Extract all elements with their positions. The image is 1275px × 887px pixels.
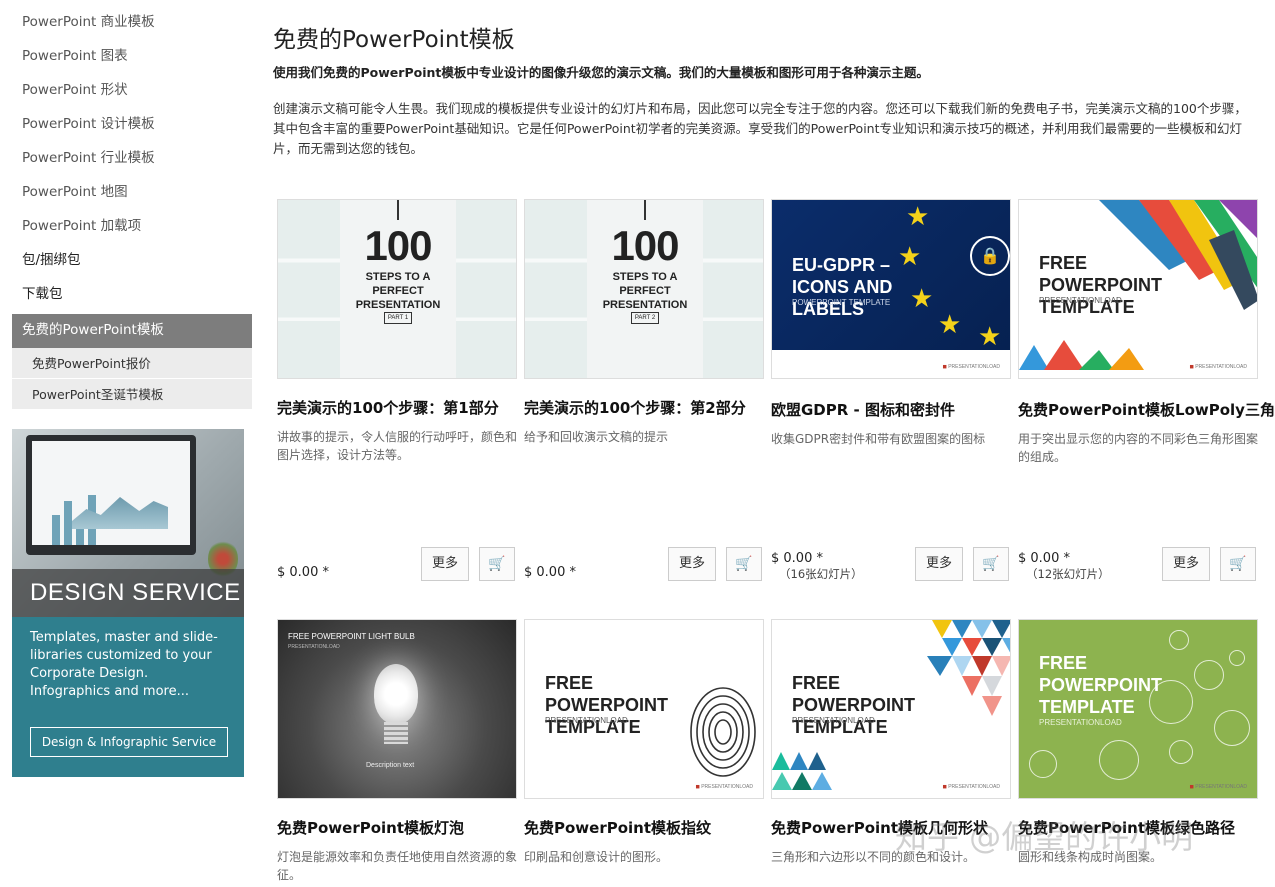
product-thumbnail[interactable]: 100 STEPS TO A PERFECT PRESENTATION PART… <box>524 199 764 379</box>
sidebar-subitem-christmas[interactable]: PowerPoint圣诞节模板 <box>12 379 252 410</box>
thumb-subtitle: PRESENTATIONLOAD <box>288 644 340 650</box>
product-thumbnail[interactable]: FREE POWERPOINT TEMPLATE PRESENTATIONLOA… <box>524 619 764 799</box>
product-price: $ 0.00 * （12张幻灯片） <box>1018 551 1110 581</box>
product-price: $ 0.00 * <box>277 565 329 580</box>
page-title: 免费的PowerPoint模板 <box>273 27 515 53</box>
thumb-title: FREE POWERPOINT TEMPLATE <box>792 673 916 737</box>
product-card[interactable]: 100 STEPS TO A PERFECT PRESENTATION PART… <box>277 199 517 464</box>
more-button[interactable]: 更多 <box>915 547 963 581</box>
thumb-title: FREE POWERPOINT TEMPLATE <box>1039 653 1163 717</box>
thumb-title: FREE POWERPOINT LIGHT BULB <box>288 632 415 641</box>
cart-icon[interactable]: 🛒 <box>479 547 515 581</box>
promo-title: DESIGN SERVICE <box>12 569 244 617</box>
product-title[interactable]: 完美演示的100个步骤：第1部分 <box>277 397 517 418</box>
product-thumbnail[interactable]: FREE POWERPOINT TEMPLATE PRESENTATIONLOA… <box>1018 619 1258 799</box>
sidebar-item-downloads[interactable]: 下载包 <box>12 278 252 312</box>
thumb-description: Description text <box>366 762 415 769</box>
more-button[interactable]: 更多 <box>668 547 716 581</box>
product-title[interactable]: 完美演示的100个步骤：第2部分 <box>524 397 764 418</box>
product-title[interactable]: 欧盟GDPR - 图标和密封件 <box>771 399 1011 420</box>
sidebar-item-business[interactable]: PowerPoint 商业模板 <box>12 6 252 40</box>
watermark: 知乎 @偏望的许小明 <box>895 818 1194 856</box>
more-button[interactable]: 更多 <box>1162 547 1210 581</box>
promo-text: Templates, master and slide-libraries cu… <box>30 630 218 699</box>
thumb-title: FREE POWERPOINT TEMPLATE <box>545 673 669 737</box>
product-description: 用于突出显示您的内容的不同彩色三角形图案的组成。 <box>1018 432 1259 464</box>
thumb-title: FREE POWERPOINT TEMPLATE <box>1039 253 1163 317</box>
fingerprint-icon <box>690 687 756 777</box>
design-service-button[interactable]: Design & Infographic Service <box>30 727 228 757</box>
brand-logo: ◼ PRESENTATIONLOAD <box>1189 784 1247 790</box>
product-card[interactable]: ★ ★ ★ ★ ★ 🔒 EU-GDPR – ICONS AND LABELS P… <box>771 199 1011 448</box>
product-price: $ 0.00 * <box>524 565 576 580</box>
monitor-screen <box>32 441 190 545</box>
sidebar-item-industry[interactable]: PowerPoint 行业模板 <box>12 142 252 176</box>
product-title[interactable]: 免费PowerPoint模板灯泡 <box>277 817 517 838</box>
thumb-subtitle: PRESENTATIONLOAD <box>545 716 628 725</box>
thumb-subtitle: STEPS TO A PERFECT PRESENTATION <box>602 271 688 311</box>
product-description: 印刷品和创意设计的图形。 <box>524 850 669 864</box>
thumb-part-label: PART 2 <box>631 312 659 324</box>
product-thumbnail[interactable]: FREE POWERPOINT TEMPLATE PRESENTATIONLOA… <box>771 619 1011 799</box>
thumb-number: 100 <box>364 222 432 269</box>
star-icon: ★ <box>906 202 930 232</box>
product-thumbnail[interactable]: 100 STEPS TO A PERFECT PRESENTATION PART… <box>277 199 517 379</box>
thumb-subtitle: PRESENTATIONLOAD <box>1039 718 1122 727</box>
product-thumbnail[interactable]: FREE POWERPOINT TEMPLATE PRESENTATIONLOA… <box>1018 199 1258 379</box>
product-card[interactable]: 100 STEPS TO A PERFECT PRESENTATION PART… <box>524 199 764 446</box>
design-service-promo[interactable]: DESIGN SERVICE Templates, master and sli… <box>12 429 244 777</box>
intro-text: 创建演示文稿可能令人生畏。我们现成的模板提供专业设计的幻灯片和布局，因此您可以完… <box>273 101 1247 156</box>
product-description: 讲故事的提示，令人信服的行动呼吁，颜色和图片选择，设计方法等。 <box>277 430 518 462</box>
sidebar-item-free-templates[interactable]: 免费的PowerPoint模板 <box>12 314 252 348</box>
product-description: 灯泡是能源效率和负责任地使用自然资源的象征。 <box>277 850 518 882</box>
star-icon: ★ <box>978 322 1002 352</box>
thumb-subtitle: PRESENTATIONLOAD <box>1039 296 1122 305</box>
product-thumbnail[interactable]: FREE POWERPOINT LIGHT BULB PRESENTATIONL… <box>277 619 517 799</box>
product-description: 给予和回收演示文稿的提示 <box>524 430 669 444</box>
promo-image: DESIGN SERVICE <box>12 429 244 617</box>
brand-logo: ◼ PRESENTATIONLOAD <box>942 784 1000 790</box>
sidebar: PowerPoint 商业模板 PowerPoint 图表 PowerPoint… <box>12 6 252 410</box>
brand-logo: ◼ PRESENTATIONLOAD <box>1189 364 1247 370</box>
cart-icon[interactable]: 🛒 <box>1220 547 1256 581</box>
product-card[interactable]: FREE POWERPOINT TEMPLATE PRESENTATIONLOA… <box>524 619 764 866</box>
sidebar-item-bundles[interactable]: 包/捆绑包 <box>12 244 252 278</box>
product-title[interactable]: 免费PowerPoint模板指纹 <box>524 817 764 838</box>
sidebar-item-addins[interactable]: PowerPoint 加载项 <box>12 210 252 244</box>
product-thumbnail[interactable]: ★ ★ ★ ★ ★ 🔒 EU-GDPR – ICONS AND LABELS P… <box>771 199 1011 379</box>
thumb-number: 100 <box>611 222 679 269</box>
more-button[interactable]: 更多 <box>421 547 469 581</box>
sidebar-item-shapes[interactable]: PowerPoint 形状 <box>12 74 252 108</box>
sidebar-item-charts[interactable]: PowerPoint 图表 <box>12 40 252 74</box>
cart-icon[interactable]: 🛒 <box>726 547 762 581</box>
thumb-subtitle: STEPS TO A PERFECT PRESENTATION <box>355 271 441 311</box>
product-title[interactable]: 免费PowerPoint模板LowPoly三角形 <box>1018 399 1275 420</box>
sidebar-item-design[interactable]: PowerPoint 设计模板 <box>12 108 252 142</box>
product-card[interactable]: FREE POWERPOINT LIGHT BULB PRESENTATIONL… <box>277 619 517 884</box>
sidebar-item-maps[interactable]: PowerPoint 地图 <box>12 176 252 210</box>
brand-logo: ◼ PRESENTATIONLOAD <box>942 364 1000 370</box>
product-price: $ 0.00 * （16张幻灯片） <box>771 551 863 581</box>
product-description: 收集GDPR密封件和带有欧盟图案的图标 <box>771 432 986 446</box>
product-card[interactable]: FREE POWERPOINT TEMPLATE PRESENTATIONLOA… <box>1018 199 1275 466</box>
main-content: 免费的PowerPoint模板 使用我们免费的PowerPoint模板中专业设计… <box>273 20 1263 159</box>
brand-logo: ◼ PRESENTATIONLOAD <box>695 784 753 790</box>
thumb-title: EU-GDPR – ICONS AND LABELS <box>792 255 893 319</box>
thumb-subtitle: POWERPOINT TEMPLATE <box>792 298 891 307</box>
lead-text: 使用我们免费的PowerPoint模板中专业设计的图像升级您的演示文稿。我们的大… <box>273 65 929 80</box>
lock-icon: 🔒 <box>970 236 1010 276</box>
cart-icon[interactable]: 🛒 <box>973 547 1009 581</box>
thumb-subtitle: PRESENTATIONLOAD <box>792 716 875 725</box>
light-bulb-icon <box>374 664 418 724</box>
sidebar-subitem-quotes[interactable]: 免费PowerPoint报价 <box>12 348 252 379</box>
thumb-part-label: PART 1 <box>384 312 412 324</box>
